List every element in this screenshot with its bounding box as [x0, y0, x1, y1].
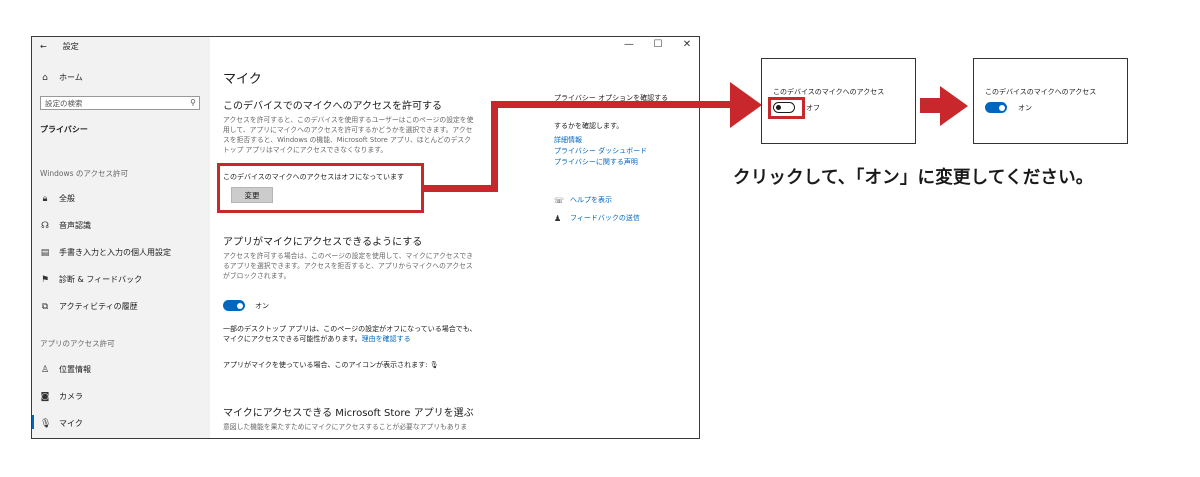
connector-horizontal-1	[424, 185, 498, 192]
store-apps-description: 意図した機能を果たすためにマイクにアクセスすることが必要なアプリもありま	[223, 423, 468, 431]
learn-more-link[interactable]: 詳細情報	[554, 135, 582, 145]
privacy-statement-link[interactable]: プライバシーに関する声明	[554, 157, 638, 167]
arrow-head-1-icon	[730, 82, 762, 128]
feedback-person-icon: ♟	[554, 213, 562, 223]
privacy-dashboard-link[interactable]: プライバシー ダッシュボード	[554, 146, 647, 156]
sidebar-item-general[interactable]: 🔒︎ 全般	[40, 193, 75, 204]
settings-window: ← 設定 ⌂ ホーム 設定の検索 ⚲ プライバシー Windows のアクセス許…	[31, 36, 700, 439]
sidebar: ← 設定 ⌂ ホーム 設定の検索 ⚲ プライバシー Windows のアクセス許…	[32, 37, 210, 438]
heading-store-apps: マイクにアクセスできる Microsoft Store アプリを選ぶ	[223, 408, 474, 419]
sidebar-item-speech[interactable]: ☊ 音声認識	[40, 220, 91, 231]
window-controls: — ☐ ✕	[623, 39, 693, 50]
window-title: 設定	[62, 42, 79, 51]
panel-off-title: このデバイスのマイクへのアクセス	[773, 88, 885, 96]
instruction-text: クリックして、「オン」に変更してください。	[733, 168, 1094, 188]
heading-app-access: アプリがマイクにアクセスできるようにする	[223, 237, 423, 248]
panel-off: このデバイスのマイクへのアクセス オフ	[761, 58, 916, 144]
app-access-description: アクセスを許可する場合は、このページの設定を使用して、マイクにアクセスできるアプ…	[223, 252, 473, 280]
connector-horizontal-2	[491, 101, 736, 108]
sidebar-item-inking[interactable]: ▤ 手書き入力と入力の個人用設定	[40, 247, 171, 258]
page-title: マイク	[223, 72, 262, 87]
search-input[interactable]: 設定の検索 ⚲	[40, 96, 200, 110]
sidebar-section-windows: Windows のアクセス許可	[40, 169, 128, 178]
back-arrow-icon[interactable]: ←	[40, 42, 47, 51]
give-feedback-link[interactable]: ♟ フィードバックの送信	[554, 213, 640, 223]
sidebar-item-location[interactable]: ♙ 位置情報	[40, 364, 91, 375]
get-help-link[interactable]: ☏ ヘルプを表示	[554, 195, 612, 205]
microphone-icon: 🎙︎	[429, 361, 439, 369]
camera-icon: ◙	[40, 391, 50, 402]
close-icon[interactable]: ✕	[681, 39, 693, 50]
sidebar-item-microphone[interactable]: 🎙︎ マイク	[40, 418, 83, 429]
sidebar-item-camera[interactable]: ◙ カメラ	[40, 391, 83, 402]
mic-icon-note: アプリがマイクを使っている場合、このアイコンが表示されます: 🎙︎	[223, 361, 439, 369]
heading-device-access: このデバイスでのマイクへのアクセスを許可する	[223, 101, 442, 112]
toggle-off-label: オフ	[806, 104, 820, 112]
sidebar-item-activity[interactable]: ⧉ アクティビティの履歴	[40, 301, 138, 312]
location-icon: ♙	[40, 364, 50, 375]
app-access-toggle-label: オン	[255, 302, 269, 310]
connector-vertical	[491, 101, 498, 192]
toggle-on-label: オン	[1018, 104, 1032, 112]
app-access-toggle[interactable]	[223, 300, 245, 311]
mic-access-toggle-on[interactable]	[985, 102, 1007, 113]
feedback-icon: ⚑	[40, 274, 50, 285]
active-indicator	[32, 415, 34, 429]
search-icon: ⚲	[190, 98, 196, 107]
panel-on: このデバイスのマイクへのアクセス オン	[973, 58, 1128, 144]
minimize-icon[interactable]: —	[623, 39, 635, 50]
home-icon: ⌂	[42, 72, 48, 83]
lock-icon: 🔒︎	[42, 193, 48, 204]
panel-on-title: このデバイスのマイクへのアクセス	[985, 88, 1097, 96]
privacy-options-desc: するかを確認します。	[554, 122, 624, 130]
arrow-head-2-icon	[940, 86, 968, 126]
highlight-box-status	[217, 163, 424, 213]
clipboard-icon: ▤	[40, 247, 50, 258]
sidebar-section-apps: アプリのアクセス許可	[40, 339, 115, 348]
title-bar: ← 設定	[40, 41, 79, 52]
maximize-icon[interactable]: ☐	[652, 39, 664, 50]
main-content: — ☐ ✕ マイク このデバイスでのマイクへのアクセスを許可する アクセスを許可…	[210, 37, 699, 438]
speech-icon: ☊	[41, 220, 49, 231]
highlight-box-toggle	[768, 97, 805, 119]
sidebar-item-diagnostics[interactable]: ⚑ 診断 & フィードバック	[40, 274, 142, 285]
sidebar-heading-privacy: プライバシー	[40, 125, 88, 134]
help-chat-icon: ☏	[554, 195, 565, 205]
microphone-icon: 🎙︎	[40, 418, 52, 429]
arrow-2-shaft	[920, 98, 942, 113]
device-access-description: アクセスを許可すると、このデバイスを使用するユーザーはこのページの設定を使用して…	[223, 116, 474, 154]
desktop-apps-note: 一部のデスクトップ アプリは、このページの設定がオフになっている場合でも、マイク…	[223, 325, 477, 343]
reason-link[interactable]: 理由を確認する	[362, 335, 411, 343]
timeline-icon: ⧉	[41, 301, 49, 312]
sidebar-item-home[interactable]: ⌂ ホーム	[40, 72, 83, 83]
